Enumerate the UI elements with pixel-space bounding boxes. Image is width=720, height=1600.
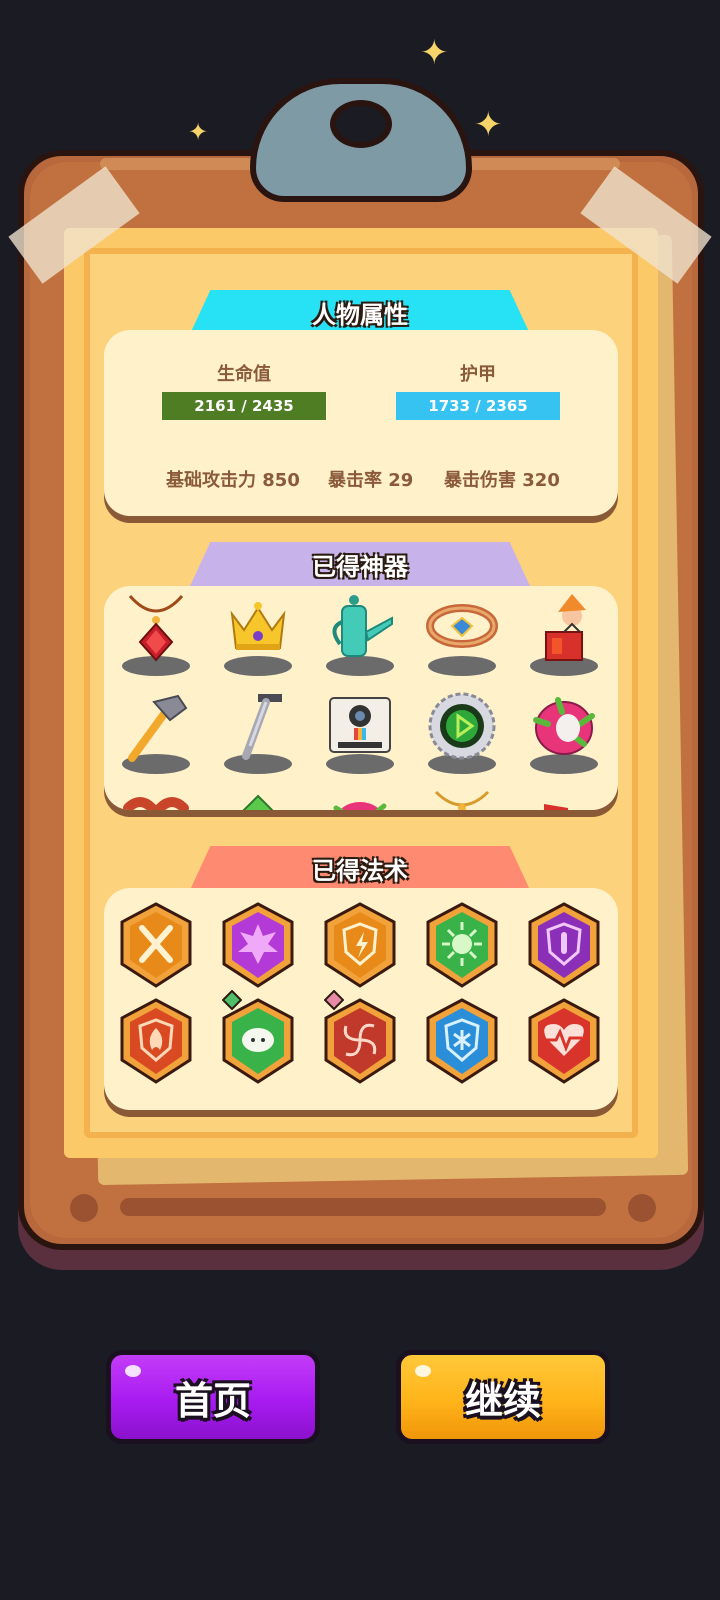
whirlwind-icon bbox=[324, 998, 396, 1084]
artifact-item[interactable] bbox=[514, 684, 614, 782]
green-gem-icon bbox=[242, 794, 274, 810]
spell-item[interactable] bbox=[310, 894, 410, 990]
artifact-item[interactable] bbox=[412, 782, 512, 810]
sparkle-icon: ✦ bbox=[188, 118, 209, 146]
artifact-item[interactable] bbox=[310, 586, 410, 684]
artifact-item[interactable] bbox=[412, 684, 512, 782]
button-shine bbox=[125, 1365, 141, 1377]
crit-rate-stat: 暴击率 29 bbox=[328, 470, 414, 491]
artifact-item[interactable] bbox=[106, 782, 206, 810]
armor-label: 护甲 bbox=[460, 364, 496, 385]
heartbeat-icon bbox=[528, 998, 600, 1084]
spell-item[interactable] bbox=[310, 990, 410, 1086]
artifact-item[interactable] bbox=[310, 684, 410, 782]
spells-tab: 已得法术 bbox=[190, 846, 530, 890]
artifact-item[interactable] bbox=[106, 586, 206, 684]
spell-item[interactable] bbox=[514, 894, 614, 990]
continue-button-label: 继续 bbox=[464, 1378, 541, 1423]
crit-damage-stat: 暴击伤害 320 bbox=[444, 470, 560, 491]
continue-button[interactable]: 继续 bbox=[396, 1350, 610, 1444]
lightning-shield-icon bbox=[324, 902, 396, 988]
board-groove bbox=[120, 1198, 606, 1216]
dragon-fruit-icon bbox=[533, 697, 595, 755]
attributes-tab: 人物属性 bbox=[190, 290, 530, 334]
artifact-item[interactable] bbox=[412, 586, 512, 684]
button-shine bbox=[415, 1365, 431, 1377]
board-rivet bbox=[70, 1194, 98, 1222]
sparkle-icon: ✦ bbox=[420, 33, 449, 73]
sausage-icon bbox=[123, 797, 189, 810]
spell-item[interactable] bbox=[514, 990, 614, 1086]
crossed-swords-icon bbox=[120, 902, 192, 988]
spell-item[interactable] bbox=[106, 990, 206, 1086]
artifact-item[interactable] bbox=[208, 586, 308, 684]
artifact-item[interactable] bbox=[514, 586, 614, 684]
sparkle-icon: ✦ bbox=[474, 105, 503, 145]
artifacts-tab: 已得神器 bbox=[190, 542, 530, 586]
armor-value: 1733 / 2365 bbox=[428, 397, 528, 415]
artifact-item[interactable] bbox=[106, 684, 206, 782]
spells-panel bbox=[104, 888, 618, 1110]
spell-item[interactable] bbox=[208, 990, 308, 1086]
board-rivet bbox=[628, 1194, 656, 1222]
spell-item[interactable] bbox=[412, 990, 512, 1086]
spells-title: 已得法术 bbox=[312, 856, 408, 885]
sapphire-ring-icon bbox=[426, 604, 498, 648]
artifact-item[interactable] bbox=[514, 782, 614, 810]
artifacts-title: 已得神器 bbox=[312, 552, 408, 581]
artifact-item[interactable] bbox=[208, 782, 308, 810]
artifact-item[interactable] bbox=[208, 684, 308, 782]
artifacts-grid[interactable] bbox=[106, 586, 616, 810]
razor-icon bbox=[242, 694, 282, 760]
crit-burst-icon bbox=[222, 902, 294, 988]
gem-marker-icon bbox=[324, 990, 344, 1010]
potion-shield-icon bbox=[528, 902, 600, 988]
gold-crown-icon bbox=[230, 602, 286, 650]
spell-item[interactable] bbox=[106, 894, 206, 990]
attributes-panel: 生命值 护甲 2161 / 2435 1733 / 2365 基础攻击力 850… bbox=[104, 330, 618, 516]
snowflake-shield-icon bbox=[426, 998, 498, 1084]
hp-value: 2161 / 2435 bbox=[194, 397, 294, 415]
dragon-fruit-icon bbox=[333, 802, 387, 810]
spells-grid[interactable] bbox=[106, 894, 616, 1086]
home-button[interactable]: 首页 bbox=[106, 1350, 320, 1444]
sheep-icon bbox=[222, 998, 294, 1084]
red-item-icon bbox=[544, 804, 568, 810]
armor-bar: 1733 / 2365 bbox=[396, 392, 560, 420]
base-attack-stat: 基础攻击力 850 bbox=[166, 470, 300, 491]
attributes-title: 人物属性 bbox=[312, 300, 408, 329]
hp-bar: 2161 / 2435 bbox=[162, 392, 326, 420]
red-gem-necklace-icon bbox=[128, 595, 184, 662]
jack-in-the-box-icon bbox=[545, 594, 586, 661]
hammer-icon bbox=[128, 694, 188, 762]
spell-item[interactable] bbox=[412, 894, 512, 990]
instant-camera-icon bbox=[329, 697, 391, 753]
artifact-item[interactable] bbox=[310, 782, 410, 810]
clip-hole bbox=[330, 100, 392, 148]
skull-burst-icon bbox=[426, 902, 498, 988]
gem-marker-icon bbox=[222, 990, 242, 1010]
hp-label: 生命值 bbox=[217, 364, 271, 385]
artifacts-panel bbox=[104, 586, 618, 810]
green-saw-blade-icon bbox=[428, 692, 496, 760]
watering-can-icon bbox=[332, 595, 393, 657]
fire-shield-icon bbox=[120, 998, 192, 1084]
gold-necklace-icon bbox=[434, 790, 490, 810]
spell-item[interactable] bbox=[208, 894, 308, 990]
home-button-label: 首页 bbox=[174, 1378, 251, 1423]
